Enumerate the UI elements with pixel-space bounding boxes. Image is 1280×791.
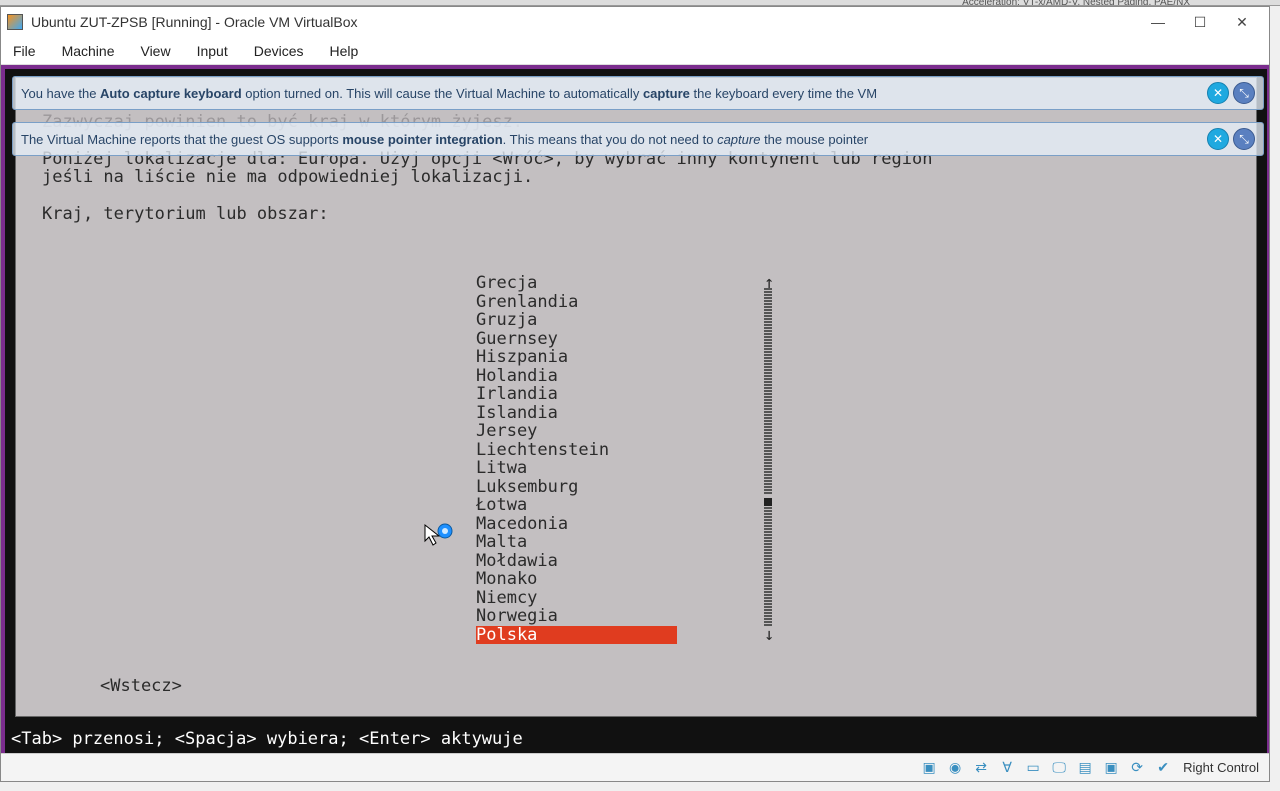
menu-help[interactable]: Help [326, 41, 363, 61]
country-item[interactable]: Jersey [476, 421, 537, 441]
country-item[interactable]: Mołdawia [476, 551, 558, 571]
country-item[interactable]: Holandia [476, 366, 558, 386]
menu-input[interactable]: Input [193, 41, 232, 61]
notification-close-button[interactable]: ✕ [1207, 82, 1229, 104]
notification-suppress-button[interactable]: ⤡ [1233, 128, 1255, 150]
mouse-cursor-busy-icon [425, 525, 445, 545]
mouse-integration-icon[interactable]: ✔ [1153, 758, 1173, 778]
country-item[interactable]: Islandia [476, 403, 558, 423]
notif-text: You have the [21, 86, 100, 101]
installer-help-bar: <Tab> przenosi; <Spacja> wybiera; <Enter… [5, 729, 1267, 753]
virtualbox-app-icon [7, 14, 23, 30]
menu-devices[interactable]: Devices [250, 41, 308, 61]
network-icon[interactable]: ⇄ [971, 758, 991, 778]
scrollbar-track[interactable] [764, 288, 772, 626]
country-item[interactable]: Gruzja [476, 310, 537, 330]
titlebar[interactable]: Ubuntu ZUT-ZPSB [Running] - Oracle VM Vi… [1, 7, 1269, 37]
recording-icon[interactable]: ▣ [1101, 758, 1121, 778]
close-button[interactable]: ✕ [1221, 10, 1263, 34]
scroll-down-arrow[interactable]: ↓ [764, 626, 774, 645]
shared-folder-icon[interactable]: ▭ [1023, 758, 1043, 778]
menubar: File Machine View Input Devices Help [1, 37, 1269, 65]
usb-icon[interactable]: ꓯ [997, 758, 1017, 778]
country-item[interactable]: Grenlandia [476, 292, 578, 312]
country-item[interactable]: Grecja [476, 273, 537, 293]
hard-disk-icon[interactable]: ▣ [919, 758, 939, 778]
display-icon[interactable]: 🖵 [1049, 758, 1069, 778]
installer-line-2: jeśli na liście nie ma odpowiedniej loka… [42, 167, 533, 187]
window-title: Ubuntu ZUT-ZPSB [Running] - Oracle VM Vi… [31, 14, 1137, 30]
scrollbar-thumb[interactable] [764, 498, 772, 506]
clipboard-icon[interactable]: ▤ [1075, 758, 1095, 778]
optical-disk-icon[interactable]: ◉ [945, 758, 965, 778]
minimize-button[interactable]: — [1137, 10, 1179, 34]
notification-mouse-integration: The Virtual Machine reports that the gue… [12, 122, 1264, 156]
country-item[interactable]: Litwa [476, 458, 527, 478]
country-item[interactable]: Malta [476, 532, 527, 552]
statusbar: ▣ ◉ ⇄ ꓯ ▭ 🖵 ▤ ▣ ⟳ ✔ Right Control [1, 753, 1269, 781]
country-item[interactable]: Luksemburg [476, 477, 578, 497]
country-item[interactable]: Monako [476, 569, 537, 589]
notification-close-button[interactable]: ✕ [1207, 128, 1229, 150]
country-item[interactable]: Niemcy [476, 588, 537, 608]
notif-bold: Auto capture keyboard [100, 86, 242, 101]
country-item-selected[interactable]: Polska [476, 626, 677, 645]
vm-state-icon[interactable]: ⟳ [1127, 758, 1147, 778]
notification-auto-capture: You have the Auto capture keyboard optio… [12, 76, 1264, 110]
country-item[interactable]: Guernsey [476, 329, 558, 349]
notification-suppress-button[interactable]: ⤡ [1233, 82, 1255, 104]
country-item[interactable]: Irlandia [476, 384, 558, 404]
country-list[interactable]: Grecja Grenlandia Gruzja Guernsey Hiszpa… [476, 274, 677, 644]
back-button[interactable]: <Wstecz> [100, 676, 182, 696]
installer-prompt: Kraj, terytorium lub obszar: [42, 204, 329, 224]
country-item[interactable]: Macedonia [476, 514, 568, 534]
maximize-button[interactable]: ☐ [1179, 10, 1221, 34]
menu-file[interactable]: File [9, 41, 40, 61]
menu-view[interactable]: View [136, 41, 174, 61]
vm-display-area[interactable]: Zazwyczaj powinien to być kraj w którym … [1, 65, 1269, 753]
country-item[interactable]: Norwegia [476, 606, 558, 626]
country-item[interactable]: Liechtenstein [476, 440, 609, 460]
host-key-label: Right Control [1183, 760, 1259, 775]
country-item[interactable]: Hiszpania [476, 347, 568, 367]
country-item[interactable]: Łotwa [476, 495, 527, 515]
menu-machine[interactable]: Machine [58, 41, 119, 61]
installer-dialog: Zazwyczaj powinien to być kraj w którym … [15, 77, 1257, 717]
